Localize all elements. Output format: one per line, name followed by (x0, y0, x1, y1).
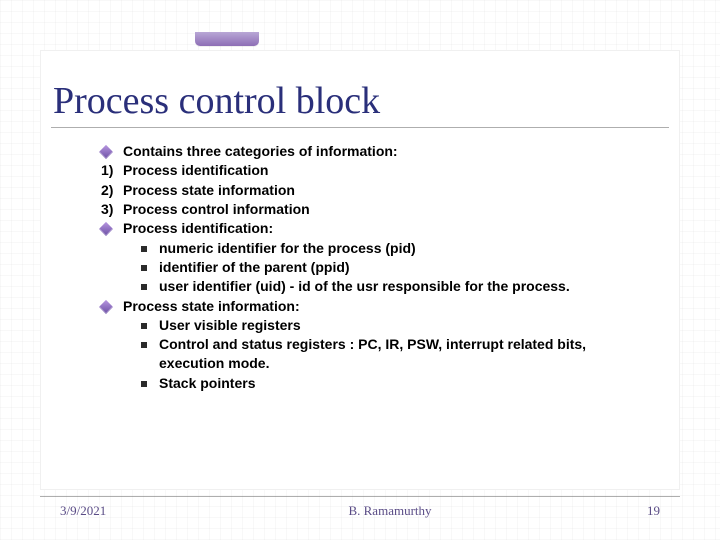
sub-text: numeric identifier for the process (pid) (159, 239, 619, 258)
sub-text: identifier of the parent (ppid) (159, 258, 619, 277)
slide-body: Contains three categories of information… (101, 142, 619, 393)
numbered-3: 3) Process control information (101, 200, 619, 219)
square-icon (141, 342, 147, 348)
square-icon (141, 323, 147, 329)
square-icon (141, 284, 147, 290)
sub-text: Stack pointers (159, 374, 619, 393)
numbered-1: 1) Process identification (101, 161, 619, 180)
bullet-proc-id: Process identification: (101, 219, 619, 238)
footer-page: 19 (620, 503, 660, 519)
square-icon (141, 265, 147, 271)
title-rule (51, 127, 669, 128)
sub-user-regs: User visible registers (141, 316, 619, 335)
sub-ppid: identifier of the parent (ppid) (141, 258, 619, 277)
footer-date: 3/9/2021 (60, 503, 160, 519)
sub-pid: numeric identifier for the process (pid) (141, 239, 619, 258)
number-label: 1) (101, 161, 123, 180)
slide-container: Process control block Contains three cat… (40, 50, 680, 490)
footer-author: B. Ramamurthy (160, 503, 620, 519)
bullet-text: Process identification: (123, 219, 619, 238)
sub-text: user identifier (uid) - id of the usr re… (159, 277, 619, 296)
footer-row: 3/9/2021 B. Ramamurthy 19 (40, 503, 680, 519)
sub-ctrl-regs: Control and status registers : PC, IR, P… (141, 335, 619, 374)
diamond-icon (99, 299, 113, 313)
numbered-text: Process state information (123, 181, 619, 200)
diamond-icon (99, 145, 113, 159)
square-icon (141, 246, 147, 252)
diamond-icon (99, 222, 113, 236)
numbered-2: 2) Process state information (101, 181, 619, 200)
numbered-text: Process identification (123, 161, 619, 180)
sub-text: User visible registers (159, 316, 619, 335)
bullet-proc-state: Process state information: (101, 297, 619, 316)
sub-uid: user identifier (uid) - id of the usr re… (141, 277, 619, 296)
number-label: 2) (101, 181, 123, 200)
decorative-tab (195, 32, 259, 46)
number-label: 3) (101, 200, 123, 219)
numbered-text: Process control information (123, 200, 619, 219)
square-icon (141, 381, 147, 387)
footer-rule (40, 496, 680, 497)
slide-footer: 3/9/2021 B. Ramamurthy 19 (40, 496, 680, 520)
bullet-text: Process state information: (123, 297, 619, 316)
bullet-text: Contains three categories of information… (123, 142, 619, 161)
bullet-contains: Contains three categories of information… (101, 142, 619, 161)
sub-text: Control and status registers : PC, IR, P… (159, 335, 619, 374)
sub-stack: Stack pointers (141, 374, 619, 393)
slide-title: Process control block (53, 79, 667, 123)
